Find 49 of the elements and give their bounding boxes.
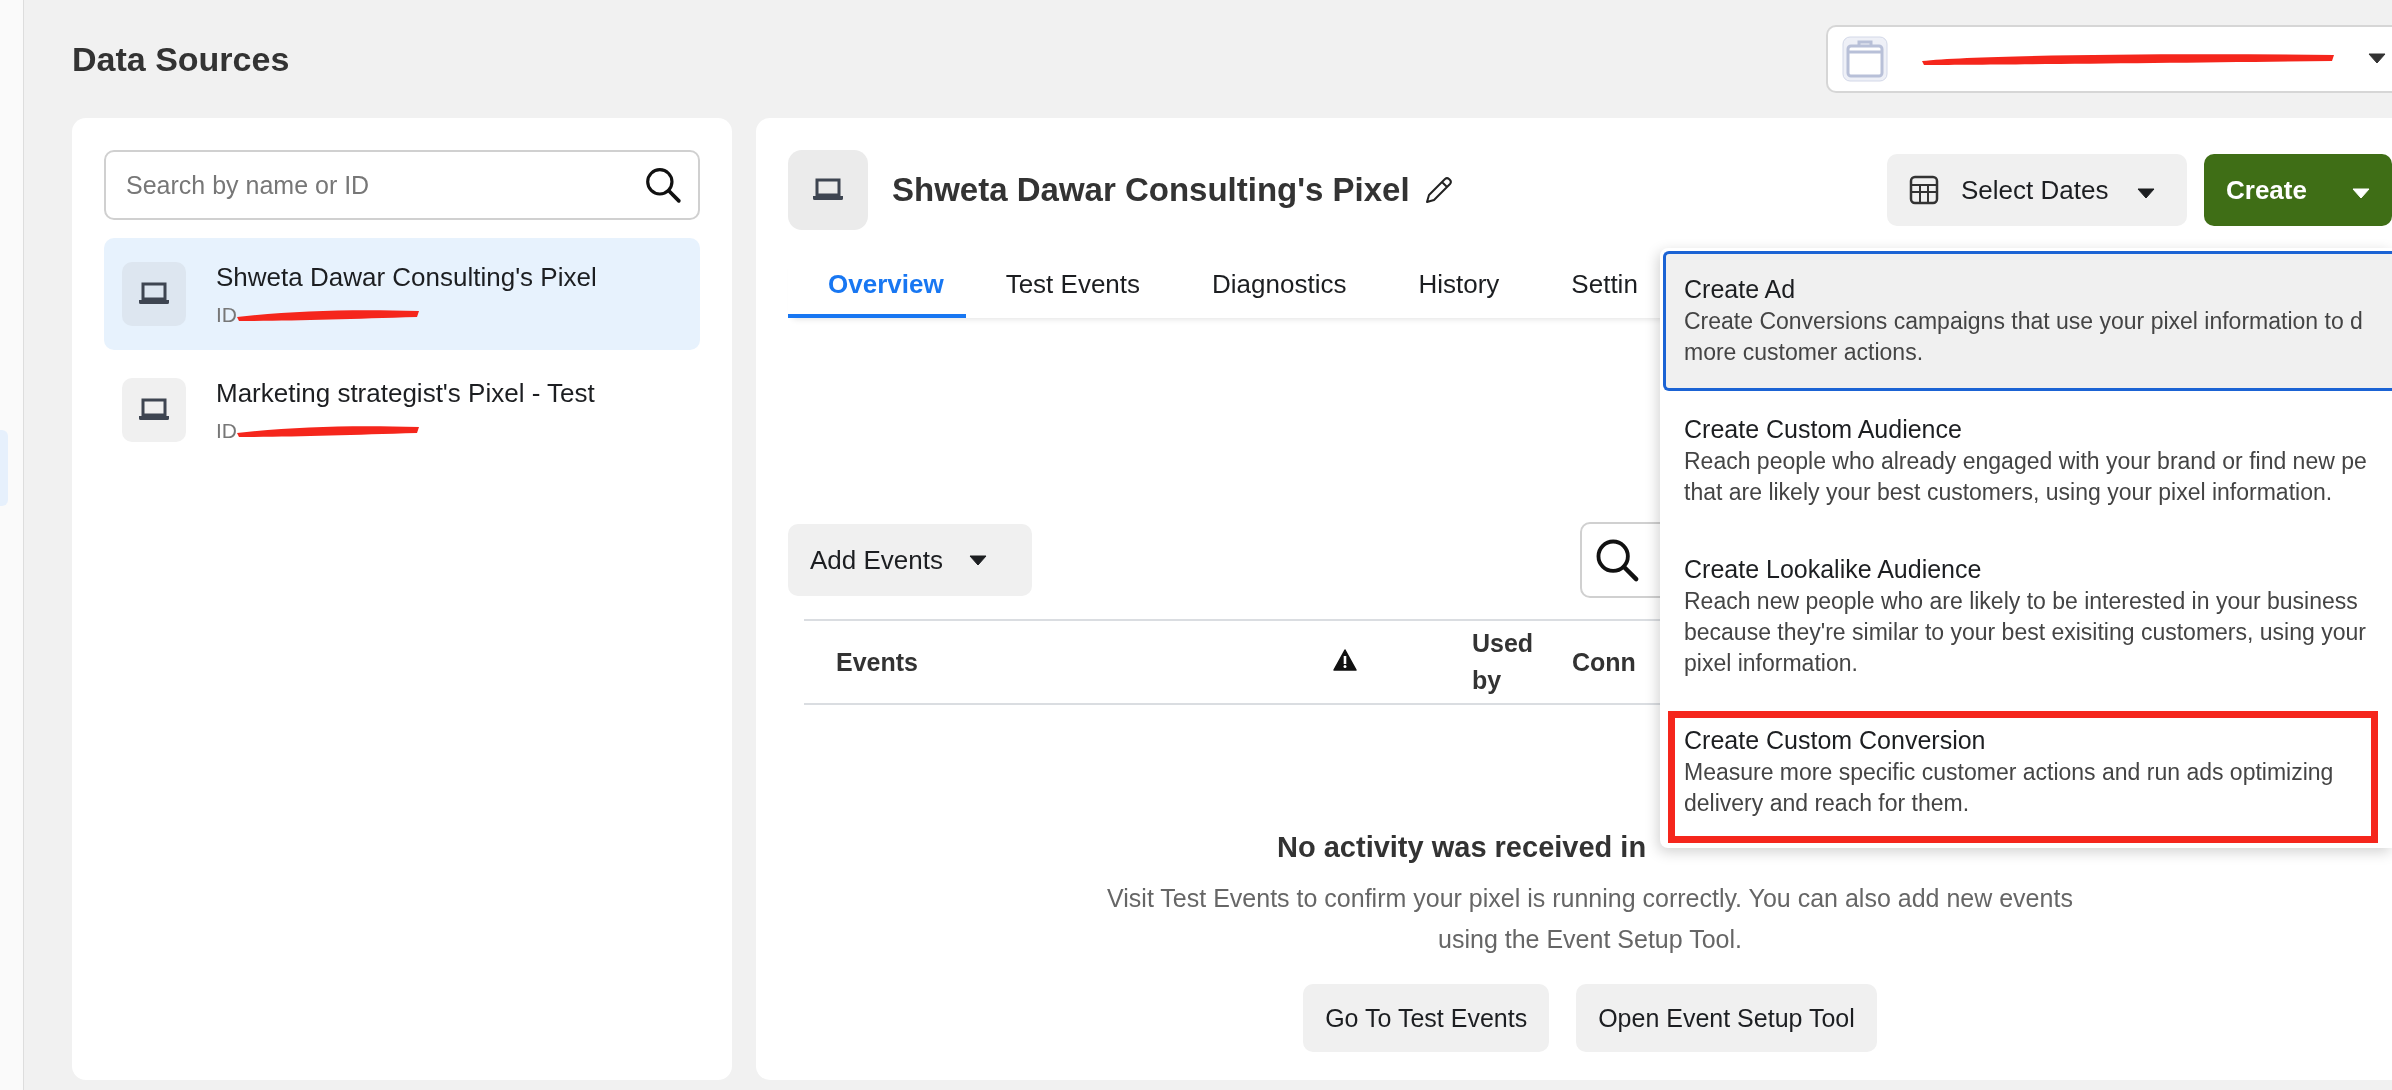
menu-item-title: Create Custom Conversion bbox=[1684, 725, 1987, 756]
menu-item-title: Create Custom Audience bbox=[1684, 414, 1963, 445]
pixel-title: Shweta Dawar Consulting's Pixel bbox=[892, 171, 1410, 209]
empty-state-message: Visit Test Events to confirm your pixel is running correctly. You can also add new events using the Event Setup Tool. bbox=[1106, 883, 2074, 955]
tab[interactable]: Overview bbox=[788, 255, 966, 318]
pixel-id-label: ID bbox=[216, 418, 237, 443]
caret-icon bbox=[969, 554, 987, 566]
add-events-button[interactable]: Add Events bbox=[788, 524, 1032, 596]
menu-item-description: Measure more specific customer actions and run ads optimizing delivery and reach for them. bbox=[1684, 758, 2335, 818]
caret-icon bbox=[2368, 53, 2386, 64]
pixel-list-item[interactable]: Shweta Dawar Consulting's Pixel ID bbox=[104, 238, 700, 350]
select-dates-button[interactable]: Select Dates bbox=[1887, 154, 2187, 226]
column-header: Conn bbox=[1572, 647, 1636, 676]
pixel-name: Shweta Dawar Consulting's Pixel bbox=[216, 261, 597, 293]
menu-item-description: Reach people who already engaged with your brand or find new pe that are likely your best customers, using your pixel information. bbox=[1684, 447, 2368, 507]
laptop-icon bbox=[138, 398, 170, 422]
account-selector[interactable] bbox=[1826, 25, 2392, 93]
menu-item[interactable]: Create Custom Audience Reach people who already engaged with your brand or find new pe that are likely your best customers, using your pixel information. bbox=[1663, 391, 2392, 531]
menu-item-title: Create Lookalike Audience bbox=[1684, 554, 1983, 585]
search-icon bbox=[644, 166, 682, 204]
pencil-icon[interactable] bbox=[1423, 175, 1454, 205]
pixel-id-label: ID bbox=[216, 302, 237, 327]
laptop-icon bbox=[138, 282, 170, 306]
caret-icon bbox=[2352, 187, 2370, 199]
search-field[interactable]: Search by name or ID bbox=[104, 150, 700, 220]
search-icon bbox=[1594, 537, 1640, 583]
briefcase-icon bbox=[1842, 36, 1888, 82]
column-header: Used by bbox=[1472, 629, 1534, 694]
menu-item[interactable]: Create Ad Create Conversions campaigns that use your pixel information to d more customer actions. bbox=[1663, 251, 2392, 391]
menu-item-description: Create Conversions campaigns that use your pixel information to d more customer actions. bbox=[1684, 307, 2364, 367]
menu-item-description: Reach new people who are likely to be interested in your business because they're similar to your best exisiting customers, using your pixel information. bbox=[1684, 587, 2367, 678]
pixel-list-item[interactable]: Marketing strategist's Pixel - Test ID bbox=[104, 360, 700, 460]
page-title: Data Sources bbox=[72, 39, 290, 79]
laptop-icon bbox=[812, 178, 844, 202]
tab[interactable]: Diagnostics bbox=[1172, 255, 1379, 318]
menu-item-title: Create Ad bbox=[1684, 274, 1797, 305]
tab[interactable]: Test Events bbox=[965, 255, 1173, 318]
menu-item[interactable]: Create Lookalike Audience Reach new people who are likely to be interested in your business because they're similar to your best exisiting customers, using your pixel information. bbox=[1663, 531, 2392, 702]
calendar-icon bbox=[1909, 175, 1939, 205]
menu-item[interactable]: Create Custom Conversion Measure more specific customer actions and run ads optimizing delivery and reach for them. bbox=[1663, 702, 2392, 842]
warning-icon bbox=[1333, 648, 1357, 671]
create-button[interactable]: Create bbox=[2204, 154, 2392, 226]
empty-state-title: No activity was received in bbox=[1277, 831, 1648, 864]
tab[interactable]: History bbox=[1378, 255, 1532, 318]
caret-icon bbox=[2137, 187, 2155, 199]
pixel-name: Marketing strategist's Pixel - Test bbox=[216, 377, 595, 409]
column-header: Events bbox=[836, 647, 918, 676]
action-button[interactable]: Go To Test Events bbox=[1303, 984, 1550, 1052]
action-button[interactable]: Open Event Setup Tool bbox=[1576, 984, 1877, 1052]
